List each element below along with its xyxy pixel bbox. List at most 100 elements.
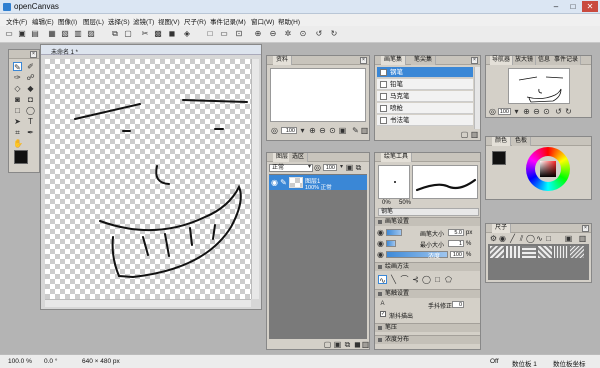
close-icon[interactable]: × [471,57,478,64]
zoom-fit-icon[interactable]: ✲ [283,29,293,39]
open-file-icon[interactable]: ▣ [17,29,27,39]
menu-image[interactable]: 图像(I) [58,16,77,26]
tab-info[interactable]: 信息 [536,56,554,65]
ruler-preset-3[interactable] [522,246,536,258]
menu-edit[interactable]: 编辑(E) [32,16,54,26]
fit-icon[interactable]: ⊙ [542,107,551,116]
rotate-left-icon[interactable]: ↺ [554,107,563,116]
menu-select[interactable]: 选择(S) [108,16,130,26]
tab-selection[interactable]: 选区 [289,153,309,162]
gradient-tool-icon[interactable]: ◘ [26,95,35,104]
blur-tool-icon[interactable]: ◆ [26,84,35,93]
rotate-right-icon[interactable]: ↻ [329,29,339,39]
export-icon[interactable]: ▧ [60,29,70,39]
tab-color[interactable]: 颜色 [492,137,512,146]
brush-list-scrollbar[interactable] [474,67,480,129]
maximize-button[interactable]: □ [565,1,581,12]
saturation-value-square[interactable] [540,161,556,177]
brush-size-preview[interactable] [378,165,410,199]
eraser-tool-icon[interactable]: ◇ [13,84,22,93]
print-icon[interactable]: ▦ [47,29,57,39]
fill-icon[interactable]: ◼ [167,29,177,39]
foreground-color-swatch[interactable] [492,151,506,165]
pen-lock-icon[interactable]: ✎ [279,178,288,187]
zoom-out-icon[interactable]: ⊖ [268,29,278,39]
ruler-lock-icon[interactable]: ▣ [564,234,573,243]
draw-method-section[interactable]: 绘画方法 [375,262,480,271]
tab-materials[interactable]: 资料 [273,56,293,65]
drawing-canvas[interactable] [45,59,251,299]
brush-tool-icon[interactable]: ✐ [26,62,35,71]
ruler-settings-icon[interactable]: ⚙ [489,234,498,243]
density-distribution-section[interactable]: 浓度分布 [375,335,480,344]
stroke-settings-section[interactable]: 笔触设置 [375,289,480,298]
dropdown-arrow-icon[interactable]: ▾ [512,107,521,116]
opacity-toggle-icon[interactable]: ◉ [376,250,385,259]
import-icon[interactable]: ▨ [86,29,96,39]
opacity-circle-icon[interactable]: ◎ [313,163,322,172]
hand-tool-icon[interactable]: ✋ [13,139,23,148]
move-tool-icon[interactable]: ➤ [13,117,22,126]
layer-duplicate-icon[interactable]: ⧉ [343,340,352,349]
lock-icon[interactable]: ▣ [345,163,354,172]
foreground-color-swatch[interactable] [14,150,28,164]
deselect-icon[interactable]: ▭ [219,29,229,39]
min-size-slider[interactable] [386,240,396,247]
copy-icon[interactable]: ⧉ [110,29,120,39]
paste-icon[interactable]: ▢ [123,29,133,39]
close-icon[interactable]: × [30,51,37,58]
fit-icon[interactable]: ⊙ [328,126,337,135]
link-icon[interactable]: ⧉ [354,163,363,172]
line-icon[interactable]: ╲ [389,275,398,284]
airbrush-tool-icon[interactable]: ✑ [13,73,22,82]
eyedropper-tool-icon[interactable]: ✒ [26,128,35,137]
menu-file[interactable]: 文件(F) [6,16,27,26]
tab-brush-set[interactable]: 画笔集 [381,56,407,65]
brush-item[interactable]: 马克笔 [377,91,473,102]
tab-brush-tool[interactable]: 绘笔工具 [381,153,413,162]
ruler-delete-icon[interactable]: ▥ [578,234,587,243]
lasso-tool-icon[interactable]: ◯ [26,106,35,115]
ruler-preset-5[interactable] [554,246,568,258]
minimize-button[interactable]: – [548,1,564,12]
materials-list[interactable] [270,68,366,122]
tab-magnifier[interactable]: 放大镜 [513,56,537,65]
horizontal-scrollbar[interactable] [45,299,251,307]
ruler-eye-icon[interactable]: ◉ [498,234,507,243]
color-wheel[interactable] [526,147,570,191]
polyline-icon[interactable]: ⊰ [411,275,420,284]
close-icon[interactable]: × [582,225,589,232]
brush-size-field[interactable]: 5.0 [448,229,464,236]
menu-layer[interactable]: 图层(L) [83,16,104,26]
menu-window[interactable]: 窗口(W) [251,16,274,26]
ruler-preset-4[interactable] [538,246,552,258]
select-rect-tool-icon[interactable]: □ [13,106,22,115]
stabilizer-field[interactable]: 0 [452,301,464,308]
brush-item[interactable]: 铅笔 [377,79,473,90]
rotate-reset-icon[interactable]: ⊙ [298,29,308,39]
rotate-right-icon[interactable]: ↻ [564,107,573,116]
brush-size-slider[interactable] [386,229,402,236]
freehand-icon[interactable]: ∿ [378,275,387,285]
zoom-out-icon[interactable]: ⊖ [318,126,327,135]
crop-icon[interactable]: ⊡ [234,29,244,39]
zoom-in-icon[interactable]: ⊕ [522,107,531,116]
navigator-zoom-icon[interactable]: ◎ [488,107,497,116]
save-icon[interactable]: ▤ [30,29,40,39]
vertical-scrollbar[interactable] [251,59,259,299]
trash-icon[interactable]: ▥ [360,126,369,135]
rotate-left-icon[interactable]: ↺ [314,29,324,39]
settings-icon[interactable]: ▥ [73,29,83,39]
tab-ruler[interactable]: 尺子 [492,224,512,233]
menu-filter[interactable]: 滤镜(T) [133,16,154,26]
density-field[interactable]: 100 [450,251,464,258]
smudge-tool-icon[interactable]: ☍ [26,73,35,82]
brush-settings-section[interactable]: 画笔设置 [375,217,480,226]
menu-help[interactable]: 帮助(H) [278,16,300,26]
rectangle-icon[interactable]: □ [433,275,442,284]
ruler-preset-6[interactable] [570,246,584,258]
materials-zoom-field[interactable]: 100 [281,127,297,134]
text-tool-icon[interactable]: T [26,117,35,126]
taper-checkbox[interactable]: ✓ [380,311,386,317]
crop-tool-icon[interactable]: ⌗ [13,128,22,137]
